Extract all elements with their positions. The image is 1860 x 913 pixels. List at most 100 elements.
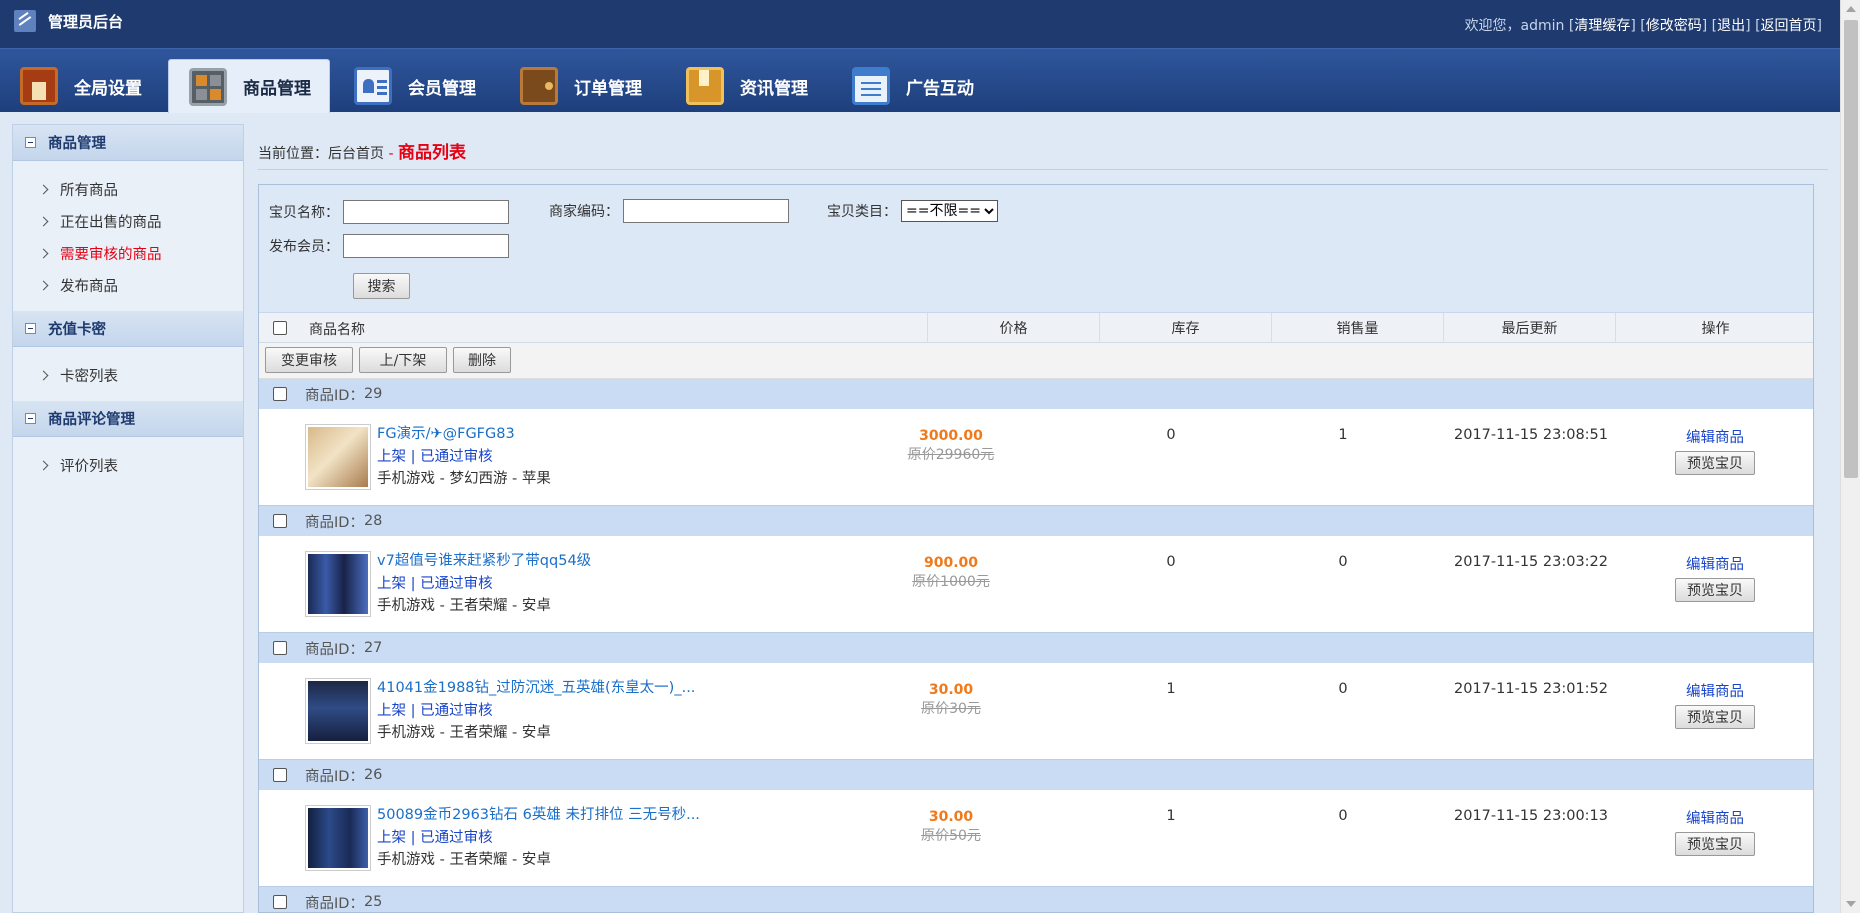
- select-all-checkbox[interactable]: [273, 321, 287, 335]
- change-password-link[interactable]: 修改密码: [1646, 18, 1702, 34]
- sidebar-group-title: 商品评论管理: [48, 412, 135, 428]
- clear-cache-link[interactable]: 清理缓存: [1574, 18, 1630, 34]
- collapse-icon[interactable]: [25, 323, 36, 334]
- sidebar-item-review-list[interactable]: 评价列表: [13, 449, 243, 481]
- goods-thumbnail[interactable]: [305, 678, 371, 744]
- sidebar-group-goods[interactable]: 商品管理: [13, 125, 243, 161]
- goods-name-link[interactable]: 50089金币2963钻石 6英雄 未打排位 三无号秒...: [377, 807, 700, 823]
- edit-goods-link[interactable]: 编辑商品: [1686, 808, 1744, 830]
- goods-name-input[interactable]: [343, 200, 509, 224]
- edit-goods-link[interactable]: 编辑商品: [1686, 554, 1744, 576]
- preview-button[interactable]: 预览宝贝: [1675, 451, 1755, 475]
- sidebar-item-card-list[interactable]: 卡密列表: [13, 359, 243, 391]
- preview-button[interactable]: 预览宝贝: [1675, 832, 1755, 856]
- sidebar-group-reviews[interactable]: 商品评论管理: [13, 401, 243, 437]
- original-price: 原价1000元: [912, 574, 990, 590]
- audit-status: 已通过审核: [420, 575, 493, 592]
- current-price: 30.00: [928, 809, 974, 825]
- row-checkbox[interactable]: [273, 387, 287, 401]
- sidebar-item-label: 正在出售的商品: [60, 214, 162, 231]
- sidebar-item-on-sale[interactable]: 正在出售的商品: [13, 205, 243, 237]
- user-bar: 欢迎您，admin [清理缓存] [修改密码] [退出] [返回首页]: [1464, 18, 1822, 34]
- scroll-down-icon[interactable]: [1846, 901, 1856, 907]
- logout-link[interactable]: 退出: [1717, 18, 1745, 34]
- news-icon: [686, 67, 724, 105]
- breadcrumb-home-link[interactable]: 后台首页: [328, 146, 384, 162]
- goods-thumbnail[interactable]: [305, 551, 371, 617]
- search-button[interactable]: 搜索: [353, 273, 410, 299]
- tab-news[interactable]: 资讯管理: [666, 59, 828, 113]
- merchant-code-input[interactable]: [623, 199, 789, 223]
- member-label: 发布会员：: [269, 239, 339, 255]
- goods-price: 30.00 原价30元: [879, 681, 1023, 719]
- column-header-name: 商品名称: [309, 322, 365, 338]
- row-checkbox[interactable]: [273, 514, 287, 528]
- table-row: 50089金币2963钻石 6英雄 未打排位 三无号秒... 上架 | 已通过审…: [259, 790, 1813, 887]
- tab-goods[interactable]: 商品管理: [168, 59, 330, 113]
- edit-goods-link[interactable]: 编辑商品: [1686, 681, 1744, 703]
- listing-status: 上架: [377, 448, 406, 465]
- sidebar-group-title: 商品管理: [48, 136, 106, 152]
- category-select[interactable]: ==不限==: [901, 200, 998, 222]
- edit-goods-link[interactable]: 编辑商品: [1686, 427, 1744, 449]
- goods-name-link[interactable]: FG演示/✈@FGFG83: [377, 426, 515, 442]
- collapse-icon[interactable]: [25, 413, 36, 424]
- goods-name-link[interactable]: v7超值号谁来赶紧秒了带qq54级: [377, 553, 591, 569]
- goods-name-link[interactable]: 41041金1988钻_过防沉迷_五英雄(东皇太一)_...: [377, 680, 695, 696]
- goods-thumbnail[interactable]: [305, 805, 371, 871]
- breadcrumb-separator: -: [384, 146, 398, 162]
- goods-id-prefix: 商品ID：: [305, 387, 364, 404]
- tab-members[interactable]: 会员管理: [334, 59, 496, 113]
- row-actions: 编辑商品 预览宝贝: [1643, 427, 1787, 475]
- app-title: 管理员后台: [48, 12, 124, 31]
- collapse-icon[interactable]: [25, 137, 36, 148]
- goods-info: v7超值号谁来赶紧秒了带qq54级 上架 | 已通过审核 手机游戏 - 王者荣耀…: [377, 550, 591, 618]
- column-header-actions: 操作: [1615, 313, 1813, 343]
- goods-thumbnail[interactable]: [305, 424, 371, 490]
- current-price: 3000.00: [919, 428, 983, 444]
- goods-id-prefix: 商品ID：: [305, 641, 364, 658]
- sidebar-item-publish[interactable]: 发布商品: [13, 269, 243, 301]
- sidebar-item-pending-review[interactable]: 需要审核的商品: [13, 237, 243, 269]
- tab-global-settings[interactable]: 全局设置: [0, 59, 162, 113]
- current-price: 900.00: [923, 555, 979, 571]
- delete-button[interactable]: 删除: [453, 347, 511, 373]
- column-header-stock: 库存: [1099, 313, 1271, 343]
- goods-id-prefix: 商品ID：: [305, 895, 364, 912]
- scrollbar-thumb[interactable]: [1844, 20, 1858, 478]
- sidebar-item-label: 卡密列表: [60, 368, 118, 385]
- status-separator: |: [406, 448, 421, 465]
- row-checkbox[interactable]: [273, 641, 287, 655]
- row-checkbox[interactable]: [273, 768, 287, 782]
- merchant-code-field: 商家编码：: [549, 199, 789, 223]
- vertical-scrollbar[interactable]: [1840, 0, 1860, 913]
- tab-label: 商品管理: [243, 79, 311, 99]
- status-separator: |: [406, 702, 421, 719]
- tab-ads[interactable]: 广告互动: [832, 59, 994, 113]
- top-header: 管理员后台 欢迎您，admin [清理缓存] [修改密码] [退出] [返回首页…: [0, 0, 1840, 48]
- goods-updated: 2017-11-15 23:01:52: [1454, 681, 1608, 697]
- chevron-right-icon: [38, 370, 49, 380]
- chevron-right-icon: [38, 248, 49, 258]
- toggle-listing-button[interactable]: 上/下架: [359, 347, 447, 373]
- current-price: 30.00: [928, 682, 974, 698]
- goods-sales: 1: [1338, 427, 1348, 443]
- scroll-up-icon[interactable]: [1846, 6, 1856, 12]
- table-row-header: 商品ID： 29: [259, 379, 1813, 409]
- preview-button[interactable]: 预览宝贝: [1675, 705, 1755, 729]
- goods-sales: 0: [1338, 554, 1348, 570]
- goods-id-prefix: 商品ID：: [305, 768, 364, 785]
- listing-status: 上架: [377, 575, 406, 592]
- sidebar-item-all-goods[interactable]: 所有商品: [13, 173, 243, 205]
- original-price: 原价30元: [921, 701, 981, 717]
- sidebar-item-label: 所有商品: [60, 182, 118, 199]
- change-audit-button[interactable]: 变更审核: [265, 347, 353, 373]
- row-checkbox[interactable]: [273, 895, 287, 909]
- sidebar-group-cards[interactable]: 充值卡密: [13, 311, 243, 347]
- goods-id: 28: [363, 513, 383, 529]
- back-home-link[interactable]: 返回首页: [1761, 18, 1817, 34]
- page-title: 商品列表: [397, 143, 466, 163]
- preview-button[interactable]: 预览宝贝: [1675, 578, 1755, 602]
- tab-orders[interactable]: 订单管理: [500, 59, 662, 113]
- member-input[interactable]: [343, 234, 509, 258]
